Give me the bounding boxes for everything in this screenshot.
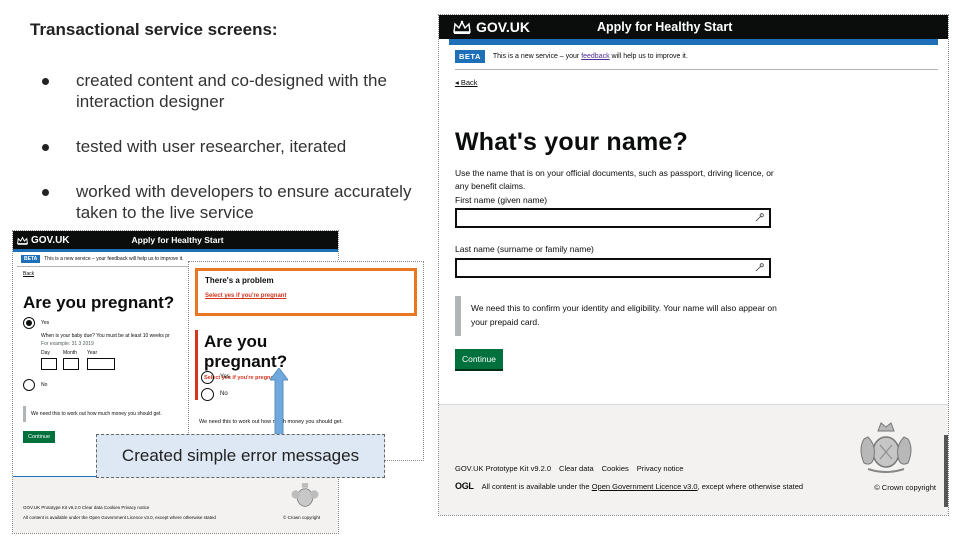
year-input[interactable] — [87, 358, 115, 370]
licence-text-after: , except where otherwise stated — [697, 481, 804, 491]
radio-no[interactable] — [201, 388, 214, 401]
crown-copyright[interactable]: © Crown copyright — [874, 483, 936, 492]
footer-kit-version: GOV.UK Prototype Kit v9.2.0 — [455, 464, 552, 473]
thumb-header: GOV.UK Apply for Healthy Start — [13, 231, 338, 249]
beta-tag: BETA — [455, 50, 485, 63]
radio-no-label: No — [220, 391, 228, 397]
radio-no-label: No — [41, 382, 48, 388]
year-label: Year — [87, 350, 98, 356]
inset-text: We need this to work out how much money … — [23, 406, 193, 422]
day-input[interactable] — [41, 358, 57, 370]
error-summary-link[interactable]: Select yes if you're pregnant — [205, 293, 407, 299]
bullet-item: created content and co-designed with the… — [40, 70, 430, 112]
example-hint: For example: 31 3 2019 — [41, 341, 94, 347]
callout-box: Created simple error messages — [96, 434, 385, 478]
beta-tag: BETA — [21, 255, 41, 263]
licence-text: All content is available under the Open … — [482, 482, 803, 491]
back-link-label: Back — [460, 78, 478, 87]
page-title: What's your name? — [455, 128, 688, 156]
inset-text: We need this to confirm your identity an… — [455, 296, 795, 336]
licence-link[interactable]: Open Government Licence v3.0 — [592, 482, 698, 491]
due-date-hint: When is your baby due? You must be at le… — [41, 333, 170, 339]
error-summary-title: There's a problem — [205, 276, 274, 285]
beta-text: This is a new service – your feedback wi… — [493, 53, 688, 60]
radio-yes-label: Yes — [41, 320, 50, 326]
ogl-logo-icon: OGL — [455, 481, 474, 491]
slide-heading: Transactional service screens: — [30, 20, 278, 39]
screenshot-thumbnail-error: There's a problem Select yes if you're p… — [188, 261, 424, 461]
radio-yes-label: Yes — [220, 374, 230, 380]
crown-icon — [17, 235, 28, 245]
govuk-logo: GOV.UK — [17, 235, 70, 246]
footer-link-privacy[interactable]: Privacy notice — [637, 464, 684, 473]
logo-text: GOV.UK — [476, 19, 530, 35]
month-label: Month — [63, 350, 77, 356]
feedback-link[interactable]: feedback — [581, 53, 609, 60]
logo-text: GOV.UK — [31, 234, 70, 246]
beta-text-after: will help us to improve it. — [609, 53, 688, 60]
beta-banner: BETA This is a new service – your feedba… — [455, 50, 938, 70]
back-link[interactable]: ◂ Back — [455, 78, 478, 87]
scrollbar-thumb[interactable] — [944, 435, 948, 507]
bullet-list: created content and co-designed with the… — [40, 70, 430, 247]
royal-crest-icon — [291, 483, 319, 507]
royal-coat-of-arms-icon — [860, 422, 912, 473]
first-name-input[interactable] — [455, 208, 771, 228]
licence-row: OGL All content is available under the O… — [455, 481, 803, 491]
continue-button[interactable]: Continue — [23, 431, 56, 443]
bullet-item: worked with developers to ensure accurat… — [40, 181, 430, 223]
bullet-item: tested with user researcher, iterated — [40, 136, 430, 157]
month-input[interactable] — [63, 358, 79, 370]
radio-yes[interactable] — [23, 317, 35, 329]
screenshot-main-name-page: GOV.UK Apply for Healthy Start BETA This… — [438, 14, 949, 516]
autofill-key-icon[interactable] — [755, 213, 764, 222]
day-label: Day — [41, 350, 50, 356]
page-title: Are you pregnant? — [204, 332, 288, 371]
copyright: © Crown copyright — [283, 515, 321, 520]
radio-no[interactable] — [23, 379, 35, 391]
licence-text-before: All content is available under the — [481, 481, 592, 491]
footer-links: GOV.UK Prototype Kit v9.2.0 Clear data C… — [23, 505, 150, 510]
govuk-logo[interactable]: GOV.UK — [453, 19, 530, 35]
govuk-header: GOV.UK Apply for Healthy Start — [439, 15, 948, 39]
error-summary: There's a problem Select yes if you're p… — [195, 268, 417, 316]
beta-text: This is a new service – your feedback wi… — [44, 256, 184, 262]
crown-icon — [453, 20, 471, 34]
footer-link-clear-data[interactable]: Clear data — [559, 464, 594, 473]
name-hint: Use the name that is on your official do… — [455, 168, 774, 191]
autofill-key-icon[interactable] — [755, 263, 764, 272]
radio-yes[interactable] — [201, 371, 214, 384]
first-name-label: First name (given name) — [455, 195, 548, 205]
last-name-label: Last name (surname or family name) — [455, 244, 594, 254]
footer-link-cookies[interactable]: Cookies — [602, 464, 629, 473]
service-name: Apply for Healthy Start — [131, 235, 224, 245]
licence-text: All content is available under the Open … — [23, 515, 216, 520]
continue-button[interactable]: Continue — [455, 349, 503, 369]
up-arrow-icon — [270, 368, 288, 438]
service-name[interactable]: Apply for Healthy Start — [597, 20, 732, 34]
govuk-footer: GOV.UK Prototype Kit v9.2.0 Clear data C… — [439, 404, 948, 515]
header-blue-bar — [449, 39, 938, 45]
footer: GOV.UK Prototype Kit v9.2.0 Clear data C… — [13, 476, 338, 533]
beta-text-before: This is a new service – your — [492, 53, 582, 60]
last-name-input[interactable] — [455, 258, 771, 278]
footer-links: GOV.UK Prototype Kit v9.2.0 Clear data C… — [455, 464, 683, 473]
